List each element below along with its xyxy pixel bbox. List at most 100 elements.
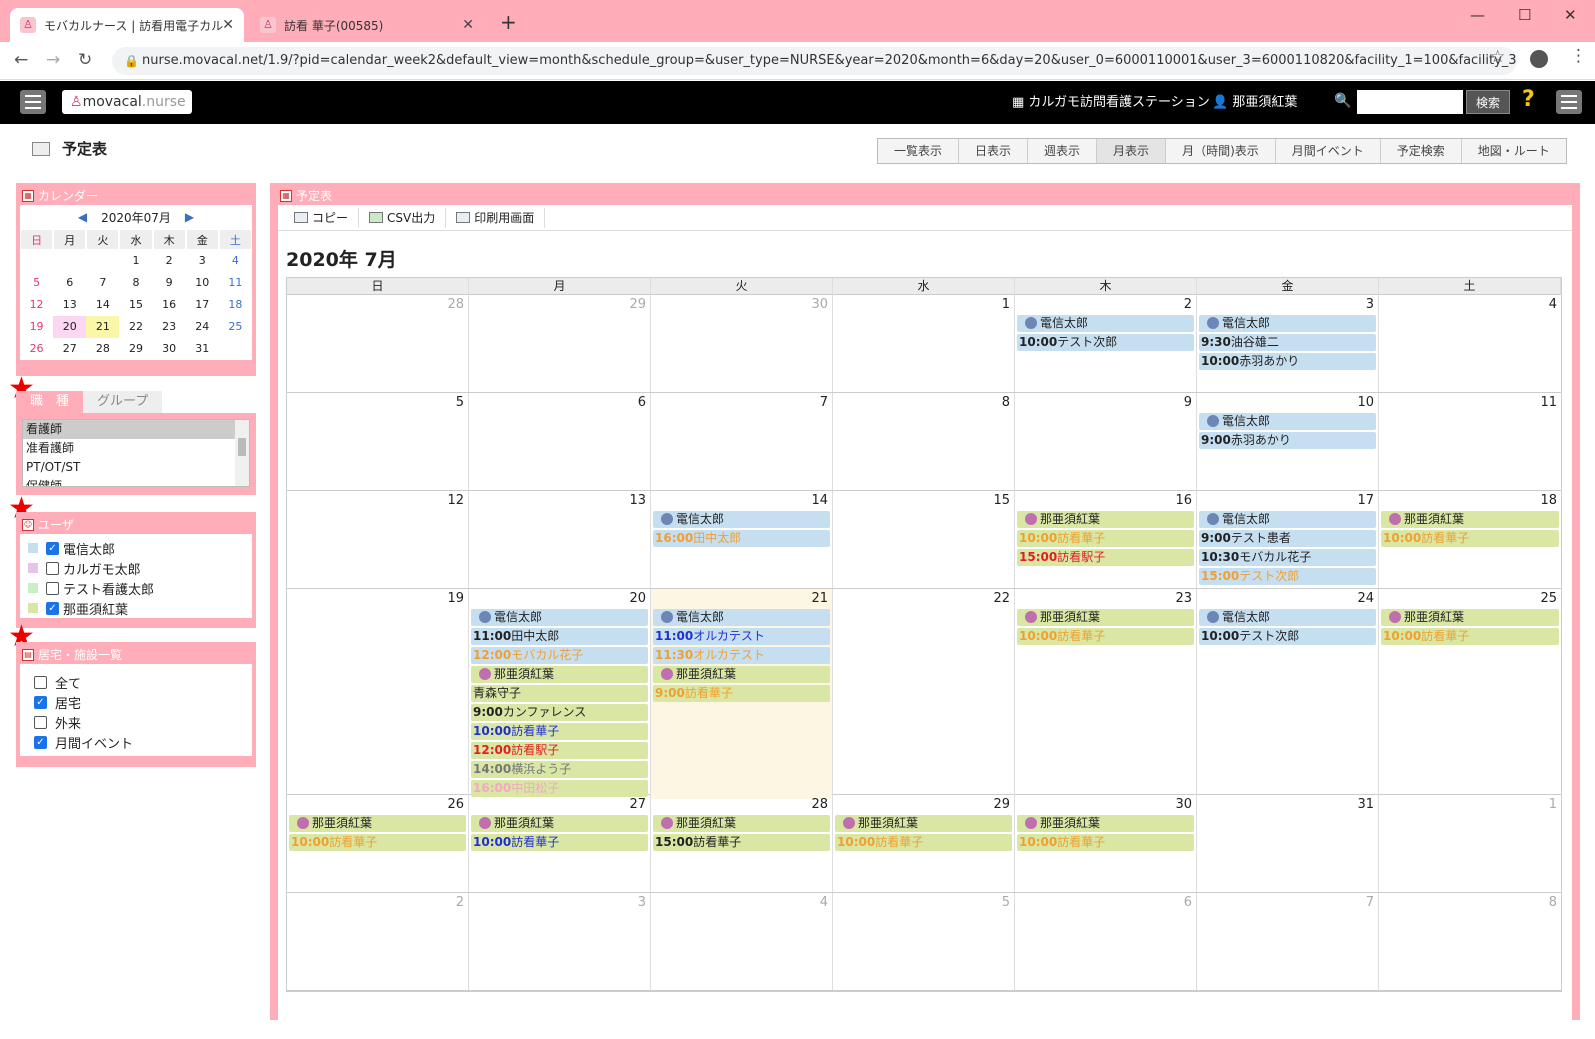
day-cell[interactable]: 18 那亜須紅葉 10:00訪看華子 [1379,491,1561,588]
staff-event-header[interactable]: 電信太郎 [1199,511,1376,528]
mini-day[interactable]: 21 [86,316,120,338]
list-item[interactable]: 看護師 [23,420,249,439]
facility-checkbox[interactable]: ✓ [34,695,47,709]
day-cell[interactable]: 29 [469,295,651,392]
schedule-event[interactable]: 9:30油谷雄二 [1199,334,1376,351]
back-icon[interactable]: ← [14,50,28,70]
profile-icon[interactable] [1530,50,1548,68]
user-row[interactable]: ✓ 電信太郎 [20,538,252,558]
url-field[interactable]: 🔒 nurse.movacal.net/1.9/?pid=calendar_we… [112,47,1517,75]
schedule-event[interactable]: 10:00訪看華子 [835,834,1012,851]
help-icon[interactable]: ? [1522,87,1535,112]
maximize-icon[interactable]: ☐ [1518,6,1531,24]
search-input[interactable] [1357,90,1463,114]
mini-day[interactable]: 14 [86,294,119,316]
mini-day[interactable]: 20 [53,316,87,338]
staff-event-header[interactable]: 電信太郎 [1199,609,1376,626]
staff-event-header[interactable]: 電信太郎 [1199,413,1376,430]
day-cell[interactable]: 30 那亜須紅葉 10:00訪看華子 [1015,795,1197,892]
day-number[interactable]: 1 [1381,797,1559,815]
staff-event-header[interactable]: 那亜須紅葉 [835,815,1012,832]
browser-tab-active[interactable]: ♙ モバカルナース | 訪看用電子カルテ ✕ [10,8,244,42]
day-cell[interactable]: 23 那亜須紅葉 10:00訪看華子 [1015,589,1197,799]
schedule-event[interactable]: 12:00モバカル花子 [471,647,648,664]
day-cell[interactable]: 22 [833,589,1015,799]
schedule-event[interactable]: 10:00テスト次郎 [1199,628,1376,645]
schedule-event[interactable]: 11:30オルカテスト [653,647,830,664]
schedule-event[interactable]: 10:00訪看華子 [1017,834,1194,851]
mini-day[interactable]: 5 [20,272,53,294]
staff-event-header[interactable]: 電信太郎 [471,609,648,626]
mini-day[interactable]: 26 [20,338,53,360]
day-cell[interactable]: 8 [1379,893,1561,990]
day-number[interactable]: 20 [471,591,648,609]
user-row[interactable]: テスト看護太郎 [20,578,252,598]
mini-day[interactable]: 17 [186,294,219,316]
day-number[interactable]: 23 [1017,591,1194,609]
day-cell[interactable]: 3 電信太郎 9:30油谷雄二 10:00赤羽あかり [1197,295,1379,392]
facility-row[interactable]: 全て [20,672,252,692]
day-number[interactable]: 30 [1017,797,1194,815]
day-cell[interactable]: 1 [1379,795,1561,892]
mini-day[interactable]: 16 [153,294,186,316]
logo[interactable]: ♙movacal.nurse [62,90,192,114]
mini-day[interactable]: 8 [119,272,152,294]
day-number[interactable]: 28 [289,297,466,315]
mini-day[interactable]: 9 [153,272,186,294]
forward-icon[interactable]: → [46,50,60,70]
day-cell[interactable]: 7 [1197,893,1379,990]
job-type-list[interactable]: 看護師 准看護師 PT/OT/ST 保健師 [22,419,250,487]
day-number[interactable]: 26 [289,797,466,815]
day-number[interactable]: 5 [289,395,466,413]
browser-menu-icon[interactable]: ⋮ [1570,46,1587,66]
schedule-event[interactable]: 15:00訪看華子 [653,834,830,851]
bookmark-star-icon[interactable]: ☆ [1490,47,1505,67]
day-number[interactable]: 7 [653,395,830,413]
list-item[interactable]: 准看護師 [23,439,249,458]
day-number[interactable]: 6 [1017,895,1194,913]
day-cell[interactable]: 17 電信太郎 9:00テスト患者 10:30モバカル花子 15:00テスト次郎 [1197,491,1379,588]
day-cell[interactable]: 4 [651,893,833,990]
mini-day[interactable]: 11 [219,272,252,294]
print-button[interactable]: 印刷用画面 [446,207,546,228]
schedule-event[interactable]: 9:00テスト患者 [1199,530,1376,547]
day-cell[interactable]: 1 [833,295,1015,392]
schedule-event[interactable]: 10:00訪看華子 [1381,530,1559,547]
view-tab[interactable]: 日表示 [959,139,1029,163]
new-tab-icon[interactable]: + [500,10,517,34]
day-number[interactable]: 13 [471,493,648,511]
day-number[interactable]: 18 [1381,493,1559,511]
staff-event-header[interactable]: 那亜須紅葉 [289,815,466,832]
staff-event-header[interactable]: 那亜須紅葉 [653,815,830,832]
day-cell[interactable]: 6 [1015,893,1197,990]
mini-day[interactable]: 6 [53,272,86,294]
schedule-event[interactable]: 10:00訪看華子 [1017,530,1194,547]
day-cell[interactable]: 5 [287,393,469,490]
facility-row[interactable]: 外来 [20,712,252,732]
day-cell[interactable]: 14 電信太郎 16:00田中太郎 [651,491,833,588]
day-number[interactable]: 3 [1199,297,1376,315]
day-number[interactable]: 30 [653,297,830,315]
day-number[interactable]: 5 [835,895,1012,913]
close-tab-icon[interactable]: ✕ [462,17,474,33]
facility-checkbox[interactable] [34,715,47,729]
day-number[interactable]: 21 [653,591,830,609]
user-row[interactable]: カルガモ太郎 [20,558,252,578]
day-number[interactable]: 16 [1017,493,1194,511]
day-number[interactable]: 1 [835,297,1012,315]
user-checkbox[interactable] [46,581,59,595]
tab-group[interactable]: グループ [83,391,163,413]
view-tab[interactable]: 地図・ルート [1461,139,1566,163]
day-cell[interactable]: 11 [1379,393,1561,490]
schedule-event[interactable]: 10:00訪看華子 [471,834,648,851]
mini-day[interactable]: 31 [186,338,219,360]
user-checkbox[interactable] [46,561,59,575]
day-number[interactable]: 29 [471,297,648,315]
day-cell[interactable]: 24 電信太郎 10:00テスト次郎 [1197,589,1379,799]
reload-icon[interactable]: ↻ [78,50,92,70]
user-checkbox[interactable]: ✓ [46,541,59,555]
staff-event-header[interactable]: 電信太郎 [1017,315,1194,332]
day-cell[interactable]: 2 [287,893,469,990]
day-number[interactable]: 2 [289,895,466,913]
mini-day[interactable]: 12 [20,294,53,316]
